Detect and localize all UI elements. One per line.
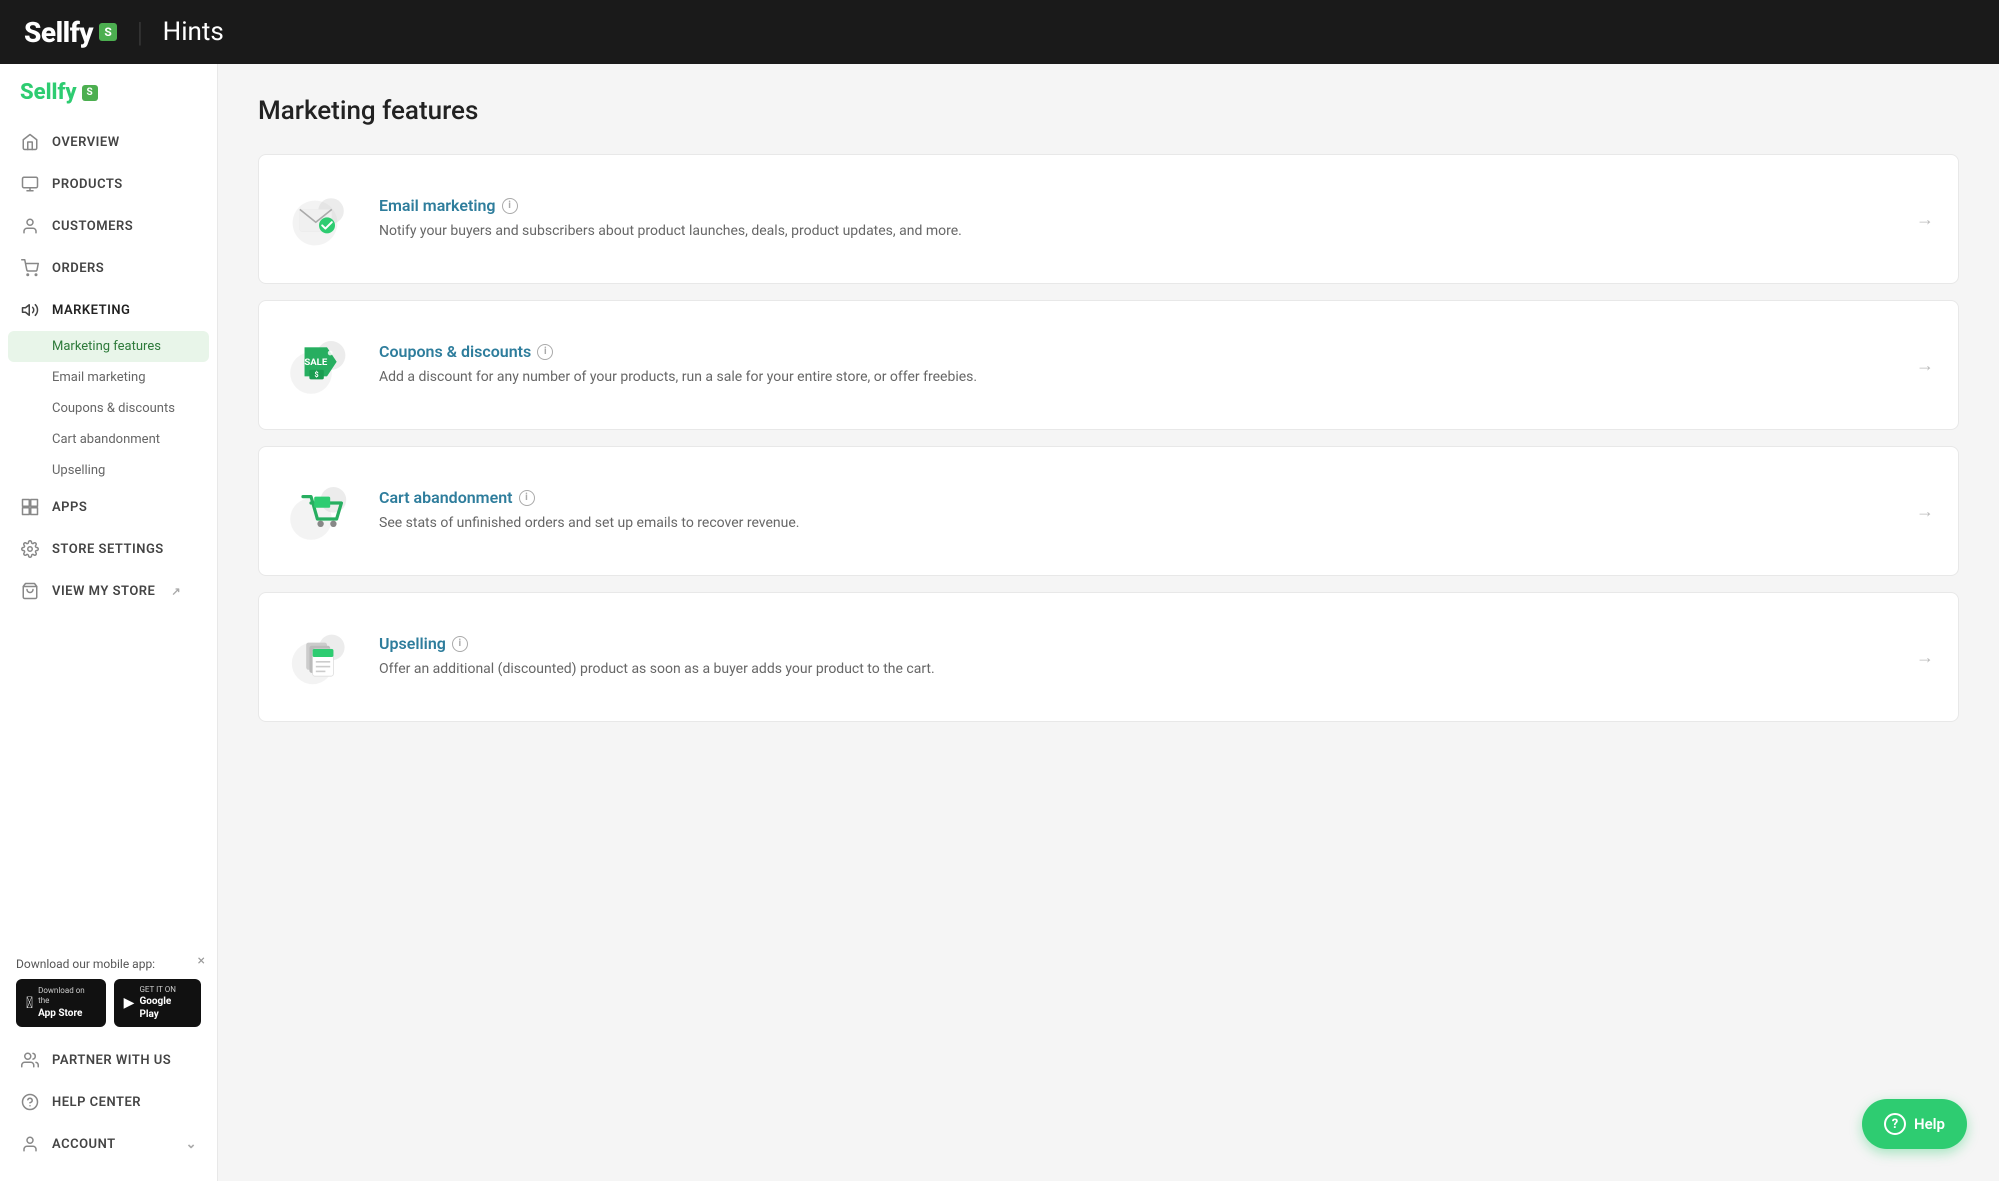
email-marketing-desc: Notify your buyers and subscribers about… (379, 221, 1892, 242)
upselling-card[interactable]: Upselling i Offer an additional (discoun… (258, 592, 1959, 722)
sidebar-bottom: × Download our mobile app:  Download on… (0, 945, 217, 1181)
header-title: Hints (163, 17, 224, 47)
sidebar-item-store-settings[interactable]: Store Settings (0, 528, 217, 570)
sidebar-item-marketing[interactable]: Marketing (0, 289, 217, 331)
store-icon (20, 581, 40, 601)
sidebar-item-customers[interactable]: Customers (0, 205, 217, 247)
apple-store-text: Download on the App Store (38, 986, 96, 1020)
header-logo: Sellfy S (24, 16, 117, 49)
sidebar-view-store-label: View My Store (52, 584, 155, 599)
close-button[interactable]: × (198, 953, 205, 969)
upselling-desc: Offer an additional (discounted) product… (379, 659, 1892, 680)
header-logo-text: Sellfy (24, 16, 93, 49)
svg-text:$: $ (315, 370, 319, 379)
sidebar-sub-coupons-discounts[interactable]: Coupons & discounts (0, 393, 217, 424)
sidebar-sub-cart-abandonment[interactable]: Cart abandonment (0, 424, 217, 455)
sidebar-item-partner[interactable]: Partner With Us (0, 1039, 217, 1081)
google-play-text: GET IT ON Google Play (139, 985, 191, 1021)
app-badges:  Download on the App Store ▶ GET IT ON … (16, 979, 201, 1027)
coupons-discounts-card[interactable]: SALE $ Coupons & discounts i Add a disco… (258, 300, 1959, 430)
email-marketing-icon (283, 183, 355, 255)
apps-icon (20, 497, 40, 517)
info-icon-upsell[interactable]: i (452, 636, 468, 652)
arrow-right-icon-email: → (1916, 209, 1934, 230)
arrow-right-icon-upsell: → (1916, 647, 1934, 668)
orders-icon (20, 258, 40, 278)
partner-icon (20, 1050, 40, 1070)
cart-abandonment-card[interactable]: Cart abandonment i See stats of unfinish… (258, 446, 1959, 576)
main-layout: Sellfy S Overview Products (0, 64, 1999, 1181)
sidebar-marketing-label: Marketing (52, 303, 130, 318)
sidebar-logo-badge: S (82, 85, 98, 101)
sidebar-item-view-my-store[interactable]: View My Store ↗ (0, 570, 217, 612)
sidebar-item-overview[interactable]: Overview (0, 121, 217, 163)
sidebar-help-center-label: Help Center (52, 1095, 141, 1110)
sidebar-partner-label: Partner With Us (52, 1053, 171, 1068)
email-marketing-title: Email marketing i (379, 196, 1892, 215)
page-title: Marketing features (258, 96, 1959, 126)
help-label: Help (1914, 1115, 1945, 1133)
sidebar-customers-label: Customers (52, 219, 133, 234)
download-label: Download our mobile app: (16, 957, 201, 971)
apple-store-badge[interactable]:  Download on the App Store (16, 979, 106, 1027)
sidebar-brand: Sellfy S (0, 64, 217, 121)
sidebar-apps-label: Apps (52, 500, 87, 515)
upselling-icon (283, 621, 355, 693)
header-logo-badge: S (99, 23, 117, 41)
cart-abandonment-icon (283, 475, 355, 547)
sidebar-sub-upselling[interactable]: Upselling (0, 455, 217, 486)
sidebar-item-orders[interactable]: Orders (0, 247, 217, 289)
arrow-right-icon-cart: → (1916, 501, 1934, 522)
info-icon-coupons[interactable]: i (537, 344, 553, 360)
upselling-content: Upselling i Offer an additional (discoun… (379, 634, 1892, 680)
coupons-discounts-desc: Add a discount for any number of your pr… (379, 367, 1892, 388)
coupons-discounts-icon: SALE $ (283, 329, 355, 401)
content-area: Marketing features Em (218, 64, 1999, 1181)
header-divider: | (137, 16, 143, 49)
email-marketing-card[interactable]: Email marketing i Notify your buyers and… (258, 154, 1959, 284)
sidebar-products-label: Products (52, 177, 123, 192)
sidebar-item-apps[interactable]: Apps (0, 486, 217, 528)
sidebar-item-account[interactable]: Account ⌄ (0, 1123, 217, 1165)
products-icon (20, 174, 40, 194)
sidebar-item-help-center[interactable]: Help Center (0, 1081, 217, 1123)
coupons-discounts-title: Coupons & discounts i (379, 342, 1892, 361)
sidebar-account-label: Account (52, 1137, 116, 1152)
account-icon (20, 1134, 40, 1154)
google-play-badge[interactable]: ▶ GET IT ON Google Play (114, 979, 201, 1027)
svg-text:SALE: SALE (304, 357, 328, 368)
sidebar-sub-marketing-features[interactable]: Marketing features (8, 331, 209, 362)
sidebar-store-settings-label: Store Settings (52, 542, 164, 557)
chevron-down-icon: ⌄ (186, 1137, 197, 1152)
sidebar-overview-label: Overview (52, 135, 120, 150)
top-header: Sellfy S | Hints (0, 0, 1999, 64)
arrow-right-icon-coupons: → (1916, 355, 1934, 376)
home-icon (20, 132, 40, 152)
sidebar-orders-label: Orders (52, 261, 104, 276)
help-question-mark: ? (1884, 1113, 1906, 1135)
cart-abandonment-title: Cart abandonment i (379, 488, 1892, 507)
sidebar: Sellfy S Overview Products (0, 64, 218, 1181)
cart-abandonment-content: Cart abandonment i See stats of unfinish… (379, 488, 1892, 534)
settings-icon (20, 539, 40, 559)
customers-icon (20, 216, 40, 236)
info-icon-cart[interactable]: i (519, 490, 535, 506)
sidebar-sub-email-marketing[interactable]: Email marketing (0, 362, 217, 393)
info-icon-email[interactable]: i (502, 198, 518, 214)
help-center-icon (20, 1092, 40, 1112)
upselling-title: Upselling i (379, 634, 1892, 653)
marketing-icon (20, 300, 40, 320)
mobile-app-section: × Download our mobile app:  Download on… (0, 945, 217, 1039)
cart-abandonment-desc: See stats of unfinished orders and set u… (379, 513, 1892, 534)
sidebar-logo-text: Sellfy (20, 80, 77, 105)
coupons-discounts-content: Coupons & discounts i Add a discount for… (379, 342, 1892, 388)
email-marketing-content: Email marketing i Notify your buyers and… (379, 196, 1892, 242)
help-button[interactable]: ? Help (1862, 1099, 1967, 1149)
external-link-icon: ↗ (171, 585, 181, 598)
sidebar-item-products[interactable]: Products (0, 163, 217, 205)
